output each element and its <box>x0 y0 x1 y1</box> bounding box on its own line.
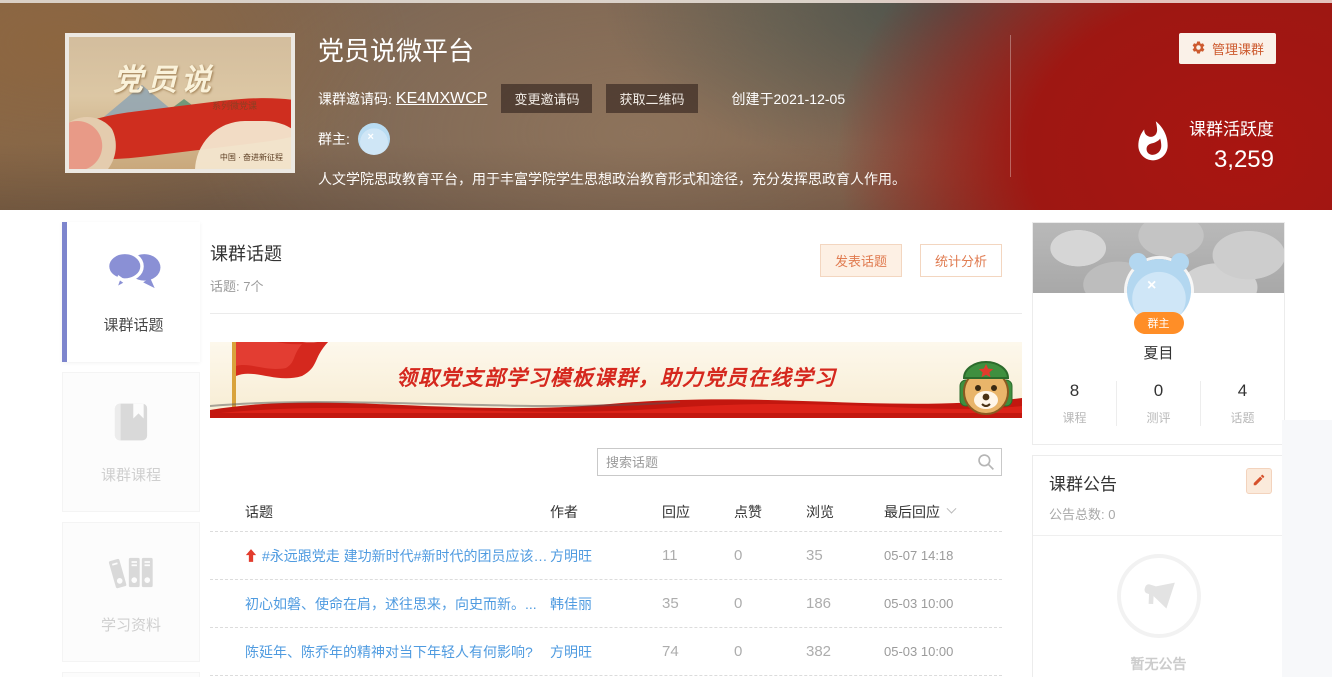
invite-code-label: 课群邀请码: <box>318 89 392 109</box>
cover-footer-text: 中国 · 奋进新征程 <box>220 152 283 163</box>
owner-profile-card: 群主 夏目 8 课程 0 测评 4 话题 <box>1032 222 1285 445</box>
gear-icon <box>1191 40 1206 58</box>
manage-course-group-button[interactable]: 管理课群 <box>1179 33 1276 64</box>
last-reply-time: 05-03 10:00 <box>884 644 1002 659</box>
header-replies: 回应 <box>662 502 734 522</box>
invite-code-value[interactable]: KE4MXWCP <box>396 90 488 108</box>
replies-count: 74 <box>662 643 734 660</box>
views-count: 35 <box>806 547 884 564</box>
topics-table: 话题 作者 回应 点赞 浏览 最后回应 #永远跟党走 建功新时代#新时代的团员应… <box>210 492 1022 676</box>
sidebar-item-label: 学习资料 <box>101 614 161 635</box>
author-link[interactable]: 方明旺 <box>550 548 592 564</box>
statistics-button[interactable]: 统计分析 <box>920 244 1002 277</box>
replies-count: 11 <box>662 547 734 564</box>
table-row: 陈延年、陈乔年的精神对当下年轻人有何影响? 方明旺 74 0 382 05-03… <box>210 628 1002 676</box>
dog-mascot-graphic <box>954 350 1018 418</box>
cover-title: 党员说 <box>113 55 215 99</box>
last-reply-time: 05-07 14:18 <box>884 548 1002 563</box>
likes-count: 0 <box>734 547 806 564</box>
table-row: 初心如磐、使命在肩，述往思来，向史而新。... 韩佳丽 35 0 186 05-… <box>210 580 1002 628</box>
topic-link[interactable]: 陈延年、陈乔年的精神对当下年轻人有何影响? <box>245 642 533 662</box>
activity-label: 课群活跃度 <box>1189 115 1274 140</box>
sidebar-item-label: 课群话题 <box>103 314 163 335</box>
promo-banner[interactable]: 领取党支部学习模板课群，助力党员在线学习 <box>210 342 1022 418</box>
binders-icon <box>105 549 157 600</box>
no-announcement-text: 暂无公告 <box>1033 654 1284 674</box>
empty-state-circle <box>1117 554 1201 638</box>
activity-value: 3,259 <box>1189 146 1274 174</box>
edit-icon <box>1252 473 1266 490</box>
owner-role-badge: 群主 <box>1134 312 1184 334</box>
right-sidebar: 群主 夏目 8 课程 0 测评 4 话题 课群公告 <box>1032 222 1285 677</box>
announcement-card: 课群公告 公告总数: 0 <box>1032 455 1285 677</box>
topic-link[interactable]: 初心如磐、使命在肩，述往思来，向史而新。... <box>245 594 537 614</box>
header-last-reply[interactable]: 最后回应 <box>884 502 1002 522</box>
stat-assessments[interactable]: 0 测评 <box>1116 381 1200 426</box>
section-divider <box>210 313 1022 314</box>
table-row: #永远跟党走 建功新时代#新时代的团员应该有... 方明旺 11 0 35 05… <box>210 532 1002 580</box>
page-title: 党员说微平台 <box>318 31 1008 68</box>
header-topic: 话题 <box>210 502 550 522</box>
author-link[interactable]: 韩佳丽 <box>550 596 592 612</box>
topic-link[interactable]: #永远跟党走 建功新时代#新时代的团员应该有... <box>262 546 550 566</box>
course-cover-image: 党员说 系列微党课 中国 · 奋进新征程 <box>65 33 295 173</box>
stat-courses[interactable]: 8 课程 <box>1033 381 1116 426</box>
owner-label: 群主: <box>318 129 350 149</box>
flame-icon <box>1131 120 1175 169</box>
header-views: 浏览 <box>806 502 884 522</box>
stat-topics[interactable]: 4 话题 <box>1200 381 1284 426</box>
banner-bottom-bar <box>210 413 1022 418</box>
views-count: 186 <box>806 595 884 612</box>
publish-topic-button[interactable]: 发表话题 <box>820 244 902 277</box>
header-vertical-divider <box>1010 35 1011 177</box>
search-input[interactable] <box>598 449 1001 475</box>
last-reply-time: 05-03 10:00 <box>884 596 1002 611</box>
header-author: 作者 <box>550 502 662 522</box>
pin-arrow-icon <box>245 548 257 563</box>
sidebar-item-courses[interactable]: 课群课程 <box>62 372 200 512</box>
sidebar-item-topics[interactable]: 课群话题 <box>62 222 200 362</box>
topic-search-box <box>597 448 1002 476</box>
megaphone-icon <box>1138 573 1180 620</box>
header-likes: 点赞 <box>734 502 806 522</box>
sidebar-item-materials[interactable]: 学习资料 <box>62 522 200 662</box>
manage-button-label: 管理课群 <box>1212 39 1264 58</box>
book-icon <box>108 399 154 450</box>
sidebar-item-label: 课群课程 <box>101 464 161 485</box>
created-date: 创建于2021-12-05 <box>732 89 846 109</box>
replies-count: 35 <box>662 595 734 612</box>
sidebar-item-cutoff[interactable] <box>62 672 200 677</box>
topic-count: 话题: 7个 <box>210 276 1022 295</box>
change-invite-code-button[interactable]: 变更邀请码 <box>501 84 592 113</box>
likes-count: 0 <box>734 595 806 612</box>
edit-announcement-button[interactable] <box>1246 468 1272 494</box>
page-background-strip <box>1282 420 1332 677</box>
announcement-title: 课群公告 <box>1049 470 1268 495</box>
likes-count: 0 <box>734 643 806 660</box>
announcement-count: 公告总数: 0 <box>1033 495 1284 535</box>
table-header-row: 话题 作者 回应 点赞 浏览 最后回应 <box>210 492 1002 532</box>
owner-name[interactable]: 夏目 <box>1033 342 1284 363</box>
author-link[interactable]: 方明旺 <box>550 644 592 660</box>
views-count: 382 <box>806 643 884 660</box>
chevron-down-icon <box>947 504 957 514</box>
get-qr-code-button[interactable]: 获取二维码 <box>606 84 697 113</box>
course-description: 人文学院思政教育平台，用于丰富学院学生思想政治教育形式和途径，充分发挥思政育人作… <box>318 169 1008 189</box>
course-header: 党员说 系列微党课 中国 · 奋进新征程 党员说微平台 课群邀请码: KE4MX… <box>0 0 1332 210</box>
activity-widget: 课群活跃度 3,259 <box>1131 115 1274 174</box>
search-icon[interactable] <box>977 453 995 476</box>
left-sidebar: 课群话题 课群课程 学习资料 <box>62 222 200 677</box>
cover-subtitle: 系列微党课 <box>212 99 257 112</box>
owner-avatar[interactable] <box>358 123 390 155</box>
chat-bubbles-icon <box>106 249 162 300</box>
main-panel: 课群话题 话题: 7个 发表话题 统计分析 领取党支部学习模板课群，助力党员在线… <box>210 222 1022 677</box>
